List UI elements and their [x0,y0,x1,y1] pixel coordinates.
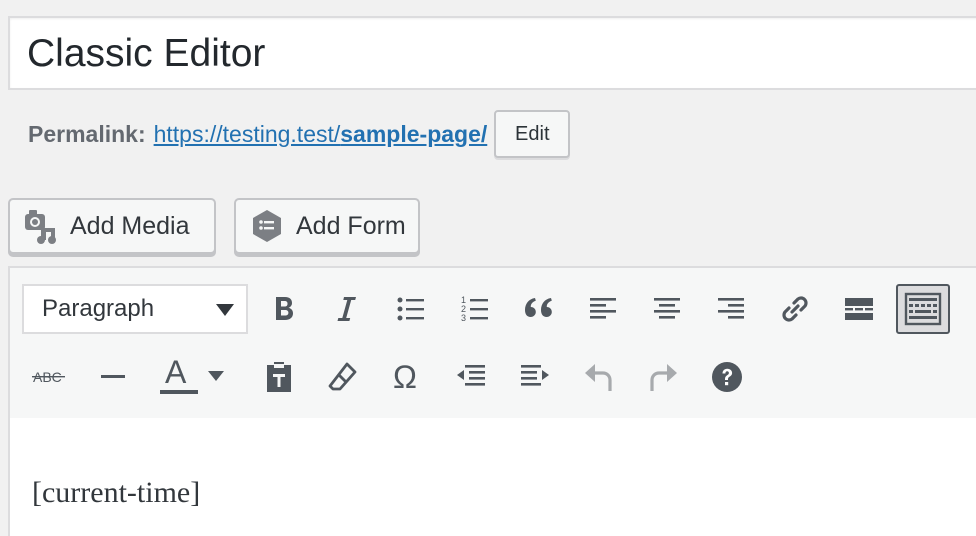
paste-as-text-icon [267,362,291,392]
bulleted-list-icon [397,297,424,321]
align-left-icon [590,298,616,319]
horizontal-line-icon [101,375,125,378]
indent-icon [521,365,549,386]
outdent-icon [457,365,485,386]
clear-formatting-icon [328,362,357,391]
align-left-button[interactable] [576,284,630,334]
strikethrough-icon: ABC [32,369,65,385]
permalink-edit-button[interactable]: Edit [494,110,571,158]
clear-formatting-button[interactable] [316,352,370,402]
horizontal-line-button[interactable] [86,352,140,402]
add-media-icon [22,207,60,245]
permalink-url-base: https://testing.test/ [153,120,341,147]
text-color-button[interactable]: A [150,352,230,402]
align-right-icon [718,298,744,319]
strikethrough-button[interactable]: ABC [22,352,76,402]
svg-text:Ω: Ω [393,360,417,394]
editor-toolbar: Paragraph 123 ABC A Ω [10,268,976,420]
text-color-icon: A [160,357,224,394]
paste-as-text-button[interactable] [252,352,306,402]
permalink-label: Permalink: [28,120,146,147]
help-button[interactable] [700,352,754,402]
editor-box: Paragraph 123 ABC A Ω [current-time] [8,266,976,536]
undo-icon [585,364,612,391]
special-character-icon: Ω [393,360,417,394]
read-more-button[interactable] [832,284,886,334]
format-select-value: Paragraph [42,295,155,322]
toolbar-toggle-button[interactable] [896,284,950,334]
redo-icon [650,364,677,391]
svg-text:3: 3 [461,313,466,323]
chevron-down-icon [216,304,234,316]
editor-content-area[interactable]: [current-time] [10,418,976,536]
post-title-field[interactable]: Classic Editor [8,16,976,90]
numbered-list-icon: 123 [461,295,488,323]
undo-button[interactable] [572,352,626,402]
classic-editor-page: Classic Editor Permalink: https://testin… [0,0,976,536]
help-icon [712,362,742,392]
special-character-button[interactable]: Ω [380,352,434,402]
add-form-icon [248,207,286,245]
italic-icon [337,297,356,321]
bold-button[interactable] [257,284,311,334]
blockquote-button[interactable] [512,284,566,334]
blockquote-icon [525,298,552,317]
align-center-button[interactable] [640,284,694,334]
bold-icon [276,297,293,320]
redo-button[interactable] [636,352,690,402]
add-media-button[interactable]: Add Media [8,198,216,254]
permalink-link[interactable]: https://testing.test/sample-page/ [154,121,488,148]
permalink-row: Permalink: https://testing.test/sample-p… [28,110,571,158]
italic-button[interactable] [320,284,374,334]
bulleted-list-button[interactable] [384,284,438,334]
link-icon [782,296,808,322]
align-right-button[interactable] [704,284,758,334]
svg-text:A: A [165,357,187,390]
add-form-label: Add Form [296,211,406,240]
indent-button[interactable] [508,352,562,402]
format-select[interactable]: Paragraph [22,284,248,334]
add-media-label: Add Media [70,211,190,240]
editor-content-text[interactable]: [current-time] [32,476,200,510]
link-button[interactable] [768,284,822,334]
post-title-text[interactable]: Classic Editor [27,31,265,77]
numbered-list-button[interactable]: 123 [448,284,502,334]
permalink-url-slug: sample-page/ [340,120,488,147]
align-center-icon [654,298,680,319]
toolbar-toggle-icon [904,292,942,326]
add-form-button[interactable]: Add Form [234,198,420,254]
outdent-button[interactable] [444,352,498,402]
read-more-icon [845,298,873,320]
